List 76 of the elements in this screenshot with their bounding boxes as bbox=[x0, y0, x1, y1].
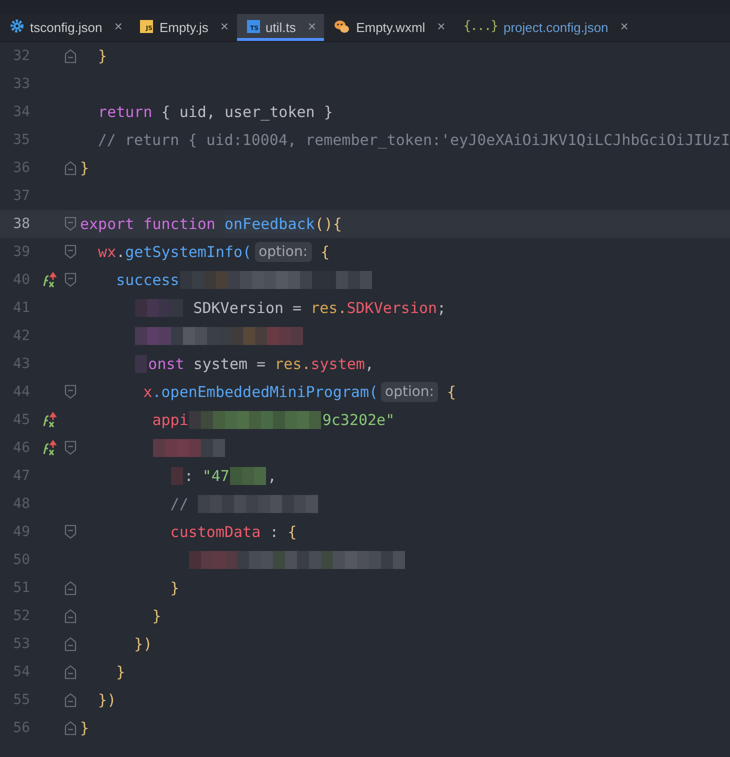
close-icon[interactable]: × bbox=[620, 18, 628, 34]
fold-icon bbox=[64, 524, 76, 540]
code-text: return bbox=[97, 103, 152, 121]
code-text: { bbox=[288, 523, 297, 541]
fold-icon bbox=[64, 48, 76, 64]
code-text: , bbox=[267, 467, 276, 485]
editor-tab[interactable]: {...} project.config.json × bbox=[453, 14, 636, 41]
fold-icon bbox=[64, 160, 76, 176]
gear-icon bbox=[10, 19, 24, 33]
fold-icon bbox=[64, 580, 76, 596]
pixelated-redaction bbox=[230, 467, 266, 485]
fold-icon bbox=[64, 720, 76, 736]
code-text: (){ bbox=[314, 215, 342, 233]
code-text: system bbox=[310, 355, 365, 373]
code-text: wx bbox=[97, 243, 116, 261]
fold-icon bbox=[64, 440, 76, 456]
fold-icon bbox=[64, 244, 76, 260]
code-text: . bbox=[116, 243, 126, 261]
line-number: 38 bbox=[12, 216, 30, 232]
tab-label: util.ts bbox=[266, 18, 296, 34]
code-text: SDKVersion bbox=[346, 299, 438, 317]
code-text: system = bbox=[192, 355, 267, 373]
code-text: } bbox=[80, 159, 90, 177]
code-text: res. bbox=[310, 299, 347, 317]
fold-icon bbox=[64, 384, 76, 400]
code-text: .openEmbeddedMiniProgram( bbox=[152, 383, 378, 401]
pixelated-redaction bbox=[135, 299, 184, 317]
code-text: : bbox=[184, 467, 194, 485]
close-icon[interactable]: × bbox=[437, 18, 446, 34]
editor-tab[interactable]: tsconfig.json × bbox=[0, 14, 130, 41]
code-text: } bbox=[80, 719, 90, 737]
code-text: x bbox=[142, 383, 152, 401]
tab-label: tsconfig.json bbox=[30, 18, 102, 34]
fold-icon bbox=[64, 216, 76, 232]
code-text: } bbox=[115, 663, 126, 681]
code-comment: // return { uid:10004, remember_token:'eyJ0eXAiOiJKV1QiLCJhbGciOiJIUzI bbox=[96, 131, 730, 149]
code-text: getSystemInfo( bbox=[125, 243, 252, 261]
close-icon[interactable]: × bbox=[114, 18, 122, 34]
tab-label: Empty.js bbox=[159, 18, 208, 34]
code-text: : bbox=[268, 523, 280, 541]
tab-label: project.config.json bbox=[504, 18, 608, 34]
code-text: res. bbox=[274, 355, 311, 373]
fold-icon bbox=[64, 608, 76, 624]
code-text: customData bbox=[169, 523, 261, 541]
code-text: onFeedback bbox=[224, 215, 315, 233]
code-text: onst bbox=[148, 355, 184, 373]
code-text: } bbox=[169, 579, 180, 597]
code-text: 9c3202e" bbox=[322, 411, 395, 429]
code-text: } bbox=[151, 607, 162, 625]
json-file-icon: {...} bbox=[463, 18, 498, 34]
code-text: SDKVersion = bbox=[192, 299, 303, 317]
code-text: appi bbox=[151, 411, 188, 429]
code-text: ; bbox=[437, 299, 446, 317]
code-text: export function bbox=[80, 215, 216, 233]
code-text: , bbox=[364, 355, 374, 373]
fold-icon bbox=[64, 272, 76, 288]
code-text: { bbox=[446, 383, 456, 401]
chat-bubbles-icon bbox=[334, 18, 350, 34]
code-comment: // bbox=[169, 495, 190, 513]
fold-icon bbox=[64, 664, 76, 680]
editor-tab[interactable]: Empty.wxml × bbox=[324, 14, 454, 41]
parameter-hint: option: bbox=[381, 382, 438, 402]
parameter-hint: option: bbox=[254, 242, 312, 262]
close-icon[interactable]: × bbox=[308, 18, 316, 34]
code-text: success bbox=[115, 271, 180, 289]
fold-icon bbox=[64, 692, 76, 708]
code-text: { bbox=[320, 243, 330, 261]
close-icon[interactable]: × bbox=[220, 18, 229, 34]
tab-label: Empty.wxml bbox=[356, 18, 426, 34]
code-text: }) bbox=[133, 635, 152, 653]
code-text: { uid, user_token } bbox=[160, 103, 333, 121]
code-text: "47 bbox=[202, 467, 230, 485]
code-text: }) bbox=[97, 691, 116, 709]
code-text: } bbox=[97, 47, 108, 65]
pixelated-redaction bbox=[171, 467, 184, 485]
fold-icon bbox=[64, 636, 76, 652]
